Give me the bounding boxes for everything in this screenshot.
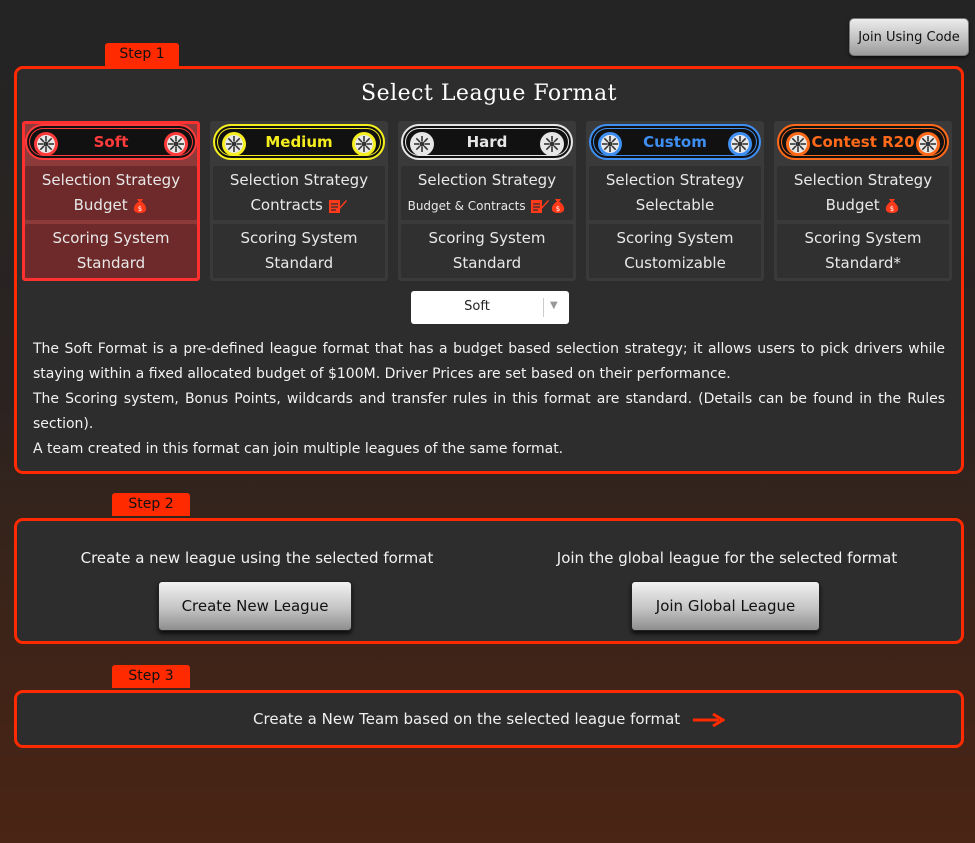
tyre-icon	[222, 132, 246, 156]
strategy-value: Budget & Contracts	[407, 198, 526, 213]
strategy-value: Selectable	[635, 196, 715, 214]
step-1-tab: Step 1	[105, 43, 179, 66]
chevron-down-icon: ▼	[550, 300, 558, 311]
tyre-icon	[164, 132, 188, 156]
scoring-system-cell: Scoring System Standard*	[777, 224, 949, 278]
tyre-icon	[786, 132, 810, 156]
selection-strategy-cell: Selection Strategy Budget $	[25, 166, 197, 220]
strategy-value-row: Budget $	[777, 193, 949, 218]
format-select-value: Soft	[464, 299, 490, 314]
strategy-label: Selection Strategy	[793, 171, 933, 189]
tyre-icon	[916, 132, 940, 156]
format-option-custom[interactable]: Custom Selection Strategy Selectable Sco…	[586, 121, 764, 281]
description-paragraph: The Soft Format is a pre-defined league …	[33, 341, 945, 382]
join-global-league-button[interactable]: Join Global League	[631, 581, 820, 631]
selection-strategy-cell: Selection Strategy Budget $	[777, 166, 949, 220]
create-team-link[interactable]: Create a New Team based on the selected …	[17, 710, 961, 728]
tyre-icon	[34, 132, 58, 156]
scoring-label: Scoring System	[52, 229, 170, 247]
format-name: Hard	[466, 133, 508, 151]
step-1-panel: Select League Format Soft Selection Stra…	[14, 66, 964, 474]
money-bag-icon: $	[886, 199, 899, 213]
scoring-value: Standard*	[825, 254, 901, 272]
tyre-icon	[728, 132, 752, 156]
tyre-icon	[410, 132, 434, 156]
scoring-value: Standard	[264, 254, 334, 272]
page-title: Select League Format	[361, 81, 617, 106]
arrow-right-icon	[692, 712, 726, 727]
selection-strategy-cell: Selection Strategy Selectable	[589, 166, 761, 220]
create-team-label: Create a New Team based on the selected …	[253, 710, 681, 728]
tyre-icon	[352, 132, 376, 156]
scoring-value: Standard	[452, 254, 522, 272]
create-league-caption: Create a new league using the selected f…	[80, 549, 434, 567]
strategy-value: Budget	[825, 196, 880, 214]
scoring-value: Standard	[76, 254, 146, 272]
format-pill: Contest R20	[777, 124, 949, 160]
tyre-icon	[598, 132, 622, 156]
strategy-label: Selection Strategy	[605, 171, 745, 189]
join-global-caption: Join the global league for the selected …	[556, 549, 898, 567]
scoring-system-cell: Scoring System Standard	[213, 224, 385, 278]
format-name: Medium	[265, 133, 333, 151]
money-bag-icon: $	[552, 198, 565, 213]
description-paragraph: A team created in this format can join m…	[33, 441, 564, 457]
step-3-panel: Create a New Team based on the selected …	[14, 690, 964, 748]
scoring-system-cell: Scoring System Standard	[25, 224, 197, 278]
format-pill: Soft	[25, 124, 197, 160]
create-new-league-button[interactable]: Create New League	[158, 581, 352, 631]
format-option-soft[interactable]: Soft Selection Strategy Budget $ Scoring…	[22, 121, 200, 281]
strategy-value: Contracts	[250, 196, 323, 214]
format-option-medium[interactable]: Medium Selection Strategy Contracts Scor…	[210, 121, 388, 281]
step-2-panel: Create a new league using the selected f…	[14, 518, 964, 644]
format-pill: Custom	[589, 124, 761, 160]
strategy-label: Selection Strategy	[417, 170, 557, 189]
format-name: Contest R20	[811, 133, 915, 151]
tyre-icon	[540, 132, 564, 156]
dropdown-separator	[543, 298, 544, 317]
scoring-label: Scoring System	[616, 229, 734, 247]
strategy-value-row: Selectable	[589, 193, 761, 218]
format-select[interactable]: Soft ▼	[411, 291, 569, 324]
step-3-tab: Step 3	[112, 665, 190, 688]
selection-strategy-cell: Selection Strategy Budget & Contracts $	[401, 166, 573, 220]
step-2-tab: Step 2	[112, 493, 190, 516]
format-description: The Soft Format is a pre-defined league …	[33, 337, 945, 462]
svg-text:$: $	[890, 205, 894, 213]
svg-text:$: $	[556, 205, 560, 213]
strategy-label: Selection Strategy	[41, 171, 181, 189]
svg-text:$: $	[138, 205, 142, 213]
scoring-label: Scoring System	[804, 229, 922, 247]
scoring-system-cell: Scoring System Customizable	[589, 224, 761, 278]
selection-strategy-cell: Selection Strategy Contracts	[213, 166, 385, 220]
scoring-value: Customizable	[624, 254, 726, 272]
strategy-value-row: Contracts	[213, 193, 385, 218]
strategy-value-row: Budget $	[25, 193, 197, 218]
contract-icon	[328, 200, 347, 213]
format-option-contest-r20[interactable]: Contest R20 Selection Strategy Budget $ …	[774, 121, 952, 281]
strategy-value-row: Budget & Contracts $	[401, 193, 573, 219]
scoring-system-cell: Scoring System Standard	[401, 224, 573, 278]
format-name: Soft	[93, 133, 129, 151]
scoring-label: Scoring System	[428, 229, 546, 247]
strategy-label: Selection Strategy	[229, 171, 369, 189]
contract-icon	[531, 199, 550, 213]
format-pill: Medium	[213, 124, 385, 160]
strategy-value: Budget	[73, 196, 128, 214]
join-using-code-button[interactable]: Join Using Code	[849, 18, 969, 56]
money-bag-icon: $	[134, 199, 147, 213]
format-pill: Hard	[401, 124, 573, 160]
description-paragraph: The Scoring system, Bonus Points, wildca…	[33, 391, 945, 432]
format-name: Custom	[643, 133, 707, 151]
format-option-hard[interactable]: Hard Selection Strategy Budget & Contrac…	[398, 121, 576, 281]
scoring-label: Scoring System	[240, 229, 358, 247]
